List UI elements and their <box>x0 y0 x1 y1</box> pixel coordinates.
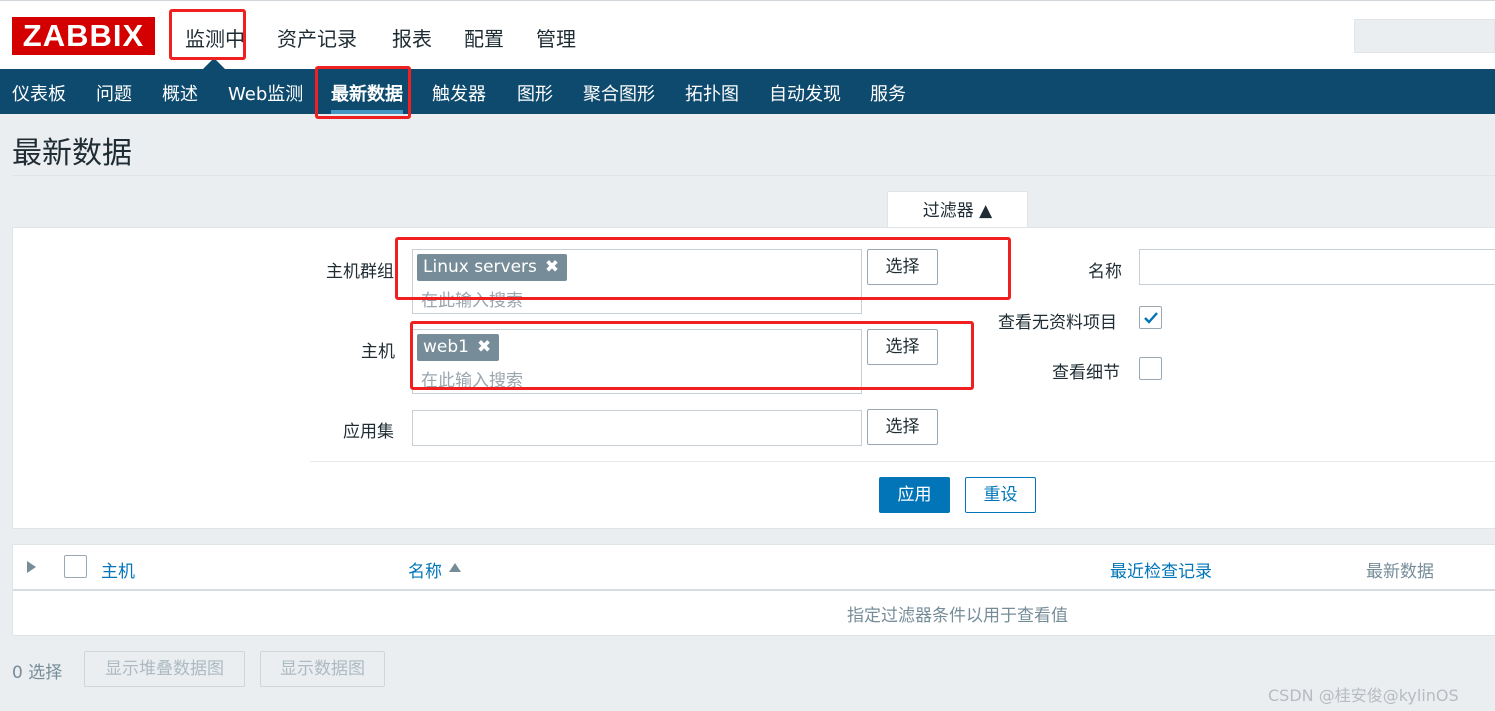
global-search-input[interactable] <box>1354 19 1495 53</box>
show-without-data-checkbox[interactable] <box>1139 306 1162 329</box>
host-groups-placeholder[interactable]: 在此输入搜索 <box>421 286 523 311</box>
subnav-dashboard[interactable]: 仪表板 <box>12 80 66 106</box>
zabbix-logo[interactable]: ZABBIX <box>12 17 155 55</box>
topnav-monitoring[interactable]: 监测中 <box>185 23 245 52</box>
column-host[interactable]: 主机 <box>101 557 135 582</box>
column-last-check[interactable]: 最近检查记录 <box>1110 557 1212 582</box>
stacked-graph-button[interactable]: 显示堆叠数据图 <box>84 651 245 687</box>
apply-button[interactable]: 应用 <box>879 477 950 513</box>
show-details-label: 查看细节 <box>1052 363 1120 383</box>
subnav-maps[interactable]: 拓扑图 <box>685 80 739 106</box>
active-menu-pointer-icon <box>203 58 225 69</box>
subnav-graphs[interactable]: 图形 <box>517 80 553 106</box>
expand-all-icon[interactable] <box>27 561 36 573</box>
column-last-value: 最新数据 <box>1366 562 1434 582</box>
topnav-reports[interactable]: 报表 <box>392 23 432 52</box>
application-select-button[interactable]: 选择 <box>867 409 938 445</box>
show-details-checkbox[interactable] <box>1139 357 1162 380</box>
latest-data-table: 主机 名称 最近检查记录 最新数据 指定过滤器条件以用于查看值 <box>12 544 1495 636</box>
filter-toggle-tab[interactable]: 过滤器 ▲ <box>887 191 1028 228</box>
name-input[interactable] <box>1139 249 1495 285</box>
host-groups-label: 主机群组 <box>326 262 394 282</box>
subnav-problems[interactable]: 问题 <box>96 80 132 106</box>
selected-count: 0 选择 <box>12 663 63 683</box>
remove-tag-icon[interactable]: ✖ <box>545 257 559 277</box>
remove-tag-icon[interactable]: ✖ <box>477 337 491 357</box>
title-divider <box>12 175 1495 176</box>
subnav-services[interactable]: 服务 <box>870 80 906 106</box>
subnav-latest-data[interactable]: 最新数据 <box>331 80 403 106</box>
column-name[interactable]: 名称 <box>408 557 442 582</box>
host-groups-select-button[interactable]: 选择 <box>867 249 938 285</box>
host-group-tag-label: Linux servers <box>423 257 537 277</box>
name-label: 名称 <box>1088 262 1122 282</box>
topnav-administration[interactable]: 管理 <box>536 23 576 52</box>
subnav-overview[interactable]: 概述 <box>162 80 198 106</box>
empty-table-message: 指定过滤器条件以用于查看值 <box>847 606 1068 626</box>
subnav-discovery[interactable]: 自动发现 <box>769 80 841 106</box>
show-without-data-label: 查看无资料项目 <box>998 313 1117 333</box>
subnav-triggers[interactable]: 触发器 <box>432 80 486 106</box>
hosts-placeholder[interactable]: 在此输入搜索 <box>421 366 523 391</box>
application-label: 应用集 <box>343 422 394 442</box>
topnav-configuration[interactable]: 配置 <box>464 23 504 52</box>
subnav-screens[interactable]: 聚合图形 <box>583 80 655 106</box>
checkmark-icon <box>1144 312 1158 324</box>
sub-navigation: 仪表板 问题 概述 Web监测 最新数据 触发器 图形 聚合图形 拓扑图 自动发… <box>0 69 1495 114</box>
graph-button[interactable]: 显示数据图 <box>260 651 385 687</box>
subnav-web[interactable]: Web监测 <box>228 80 303 106</box>
hosts-label: 主机 <box>361 342 395 362</box>
active-tab-underline <box>331 110 403 114</box>
table-header-divider <box>13 589 1495 591</box>
host-tag-label: web1 <box>423 337 469 357</box>
filter-divider <box>310 461 1495 462</box>
hosts-select-button[interactable]: 选择 <box>867 329 938 365</box>
page-title: 最新数据 <box>12 136 132 171</box>
host-tag: web1 ✖ <box>417 334 500 361</box>
reset-button[interactable]: 重设 <box>965 477 1036 513</box>
hosts-multiselect[interactable]: web1 ✖ 在此输入搜索 <box>412 329 862 394</box>
topnav-inventory[interactable]: 资产记录 <box>277 23 357 52</box>
watermark: CSDN @桂安俊@kylinOS <box>1268 686 1459 705</box>
host-groups-multiselect[interactable]: Linux servers ✖ 在此输入搜索 <box>412 249 862 314</box>
select-all-checkbox[interactable] <box>64 555 87 578</box>
application-input[interactable] <box>412 410 862 446</box>
sort-ascending-icon <box>449 563 461 572</box>
host-group-tag: Linux servers ✖ <box>417 254 568 281</box>
